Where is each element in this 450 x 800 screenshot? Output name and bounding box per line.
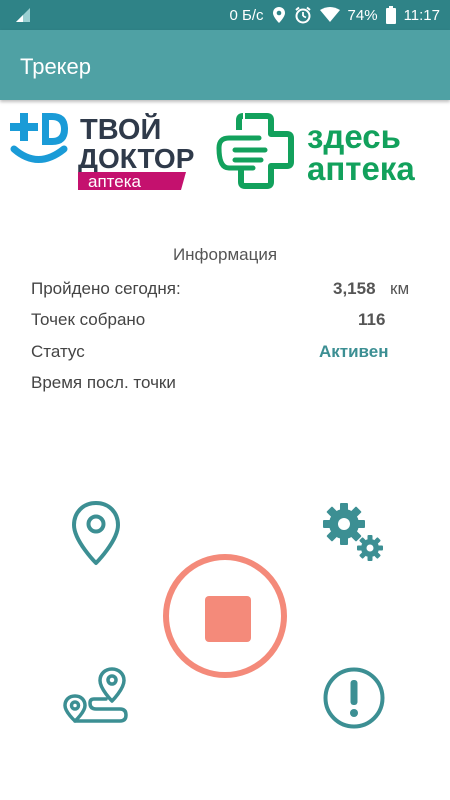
battery-icon — [385, 6, 396, 24]
distance-label: Пройдено сегодня: — [31, 279, 181, 298]
stop-button[interactable] — [163, 554, 287, 678]
logo-left-badge: аптека — [88, 172, 142, 191]
network-speed: 0 Б/с — [229, 6, 264, 24]
distance-value: 3,158 — [333, 279, 376, 298]
logo-right-line2: аптека — [307, 150, 415, 187]
points-label: Точек собрано — [31, 310, 146, 329]
info-title: Информация — [172, 245, 278, 264]
alarm-icon — [294, 6, 312, 24]
alert-button[interactable] — [322, 666, 386, 735]
signal-icon — [14, 7, 32, 27]
logo-left-line2: ДОКТОР — [78, 143, 194, 174]
route-button[interactable] — [62, 666, 132, 733]
logo-left-line1: ТВОЙ — [80, 112, 161, 146]
gears-icon — [323, 503, 383, 561]
zdes-apteka-logo: здесь аптека — [215, 110, 445, 192]
status-value: Активен — [319, 342, 389, 361]
location-button[interactable] — [70, 500, 122, 571]
clock: 11:17 — [403, 6, 440, 24]
stop-icon — [205, 596, 251, 642]
app-bar: Трекер — [0, 30, 450, 100]
tvoy-doktor-logo: ТВОЙ ДОКТОР аптека — [8, 112, 203, 194]
status-bar: 0 Б/с 74% 11:17 — [0, 0, 450, 30]
wifi-icon — [319, 7, 340, 23]
app-title: Трекер — [20, 54, 92, 79]
exclamation-icon — [323, 667, 385, 729]
settings-button[interactable] — [320, 500, 388, 571]
location-icon — [272, 6, 286, 24]
last-point-time-label: Время посл. точки — [31, 373, 176, 392]
battery-percent: 74% — [347, 6, 378, 24]
status-label: Статус — [31, 342, 85, 361]
points-value: 116 — [358, 310, 386, 329]
map-pin-icon — [72, 501, 120, 565]
route-icon — [63, 667, 128, 723]
distance-unit: км — [390, 279, 410, 298]
